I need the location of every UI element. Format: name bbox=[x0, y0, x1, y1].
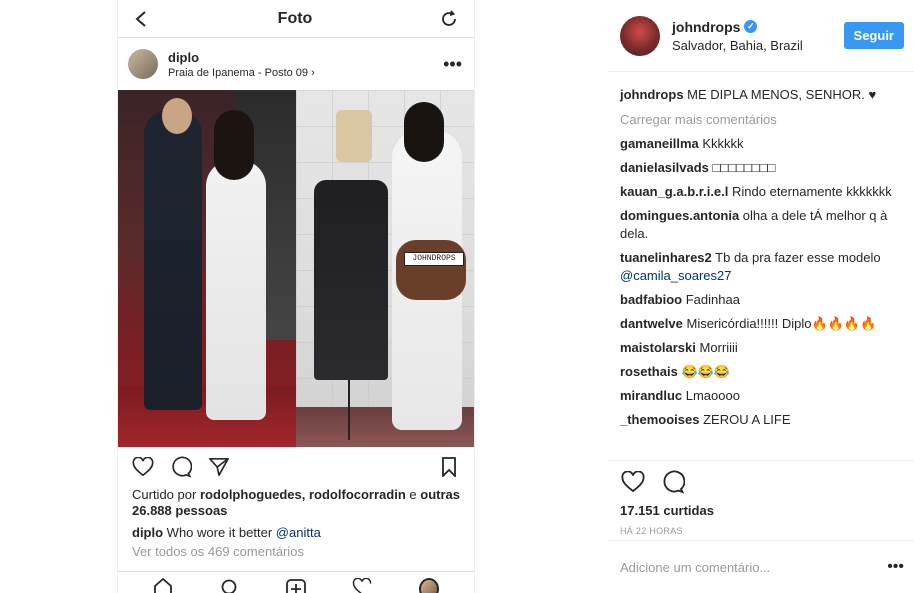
add-comment-bar: ••• bbox=[608, 540, 914, 593]
follow-button[interactable]: Seguir bbox=[843, 22, 904, 49]
comment-item: tuanelinhares2 Tb da pra fazer esse mode… bbox=[620, 250, 881, 283]
phone-action-bar bbox=[118, 447, 474, 487]
bookmark-icon bbox=[436, 454, 462, 480]
more-options-icon[interactable]: ••• bbox=[887, 559, 904, 575]
add-comment-input[interactable] bbox=[620, 559, 888, 575]
phone-bottom-nav bbox=[118, 571, 474, 593]
post-details-panel: johndrops ✓ Salvador, Bahia, Brazil Segu… bbox=[608, 0, 914, 593]
post-caption: johndrops ME DIPLA MENOS, SENHOR. ♥ bbox=[620, 87, 877, 102]
phone-top-bar: Foto bbox=[118, 0, 474, 38]
load-more-comments[interactable]: Carregar mais comentários bbox=[620, 112, 902, 127]
comment-item: domingues.antonia olha a dele tÁ melhor … bbox=[620, 208, 888, 241]
post-location[interactable]: Salvador, Bahia, Brazil bbox=[672, 38, 844, 53]
comment-item: rosethais 😂😂😂 bbox=[620, 364, 730, 379]
author-username[interactable]: johndrops bbox=[672, 19, 740, 35]
search-icon bbox=[220, 578, 240, 593]
direct-share-icon bbox=[206, 454, 232, 480]
phone-post-header: diplo Praia de Ipanema - Posto 09 › ••• bbox=[118, 38, 474, 90]
phone-view-all-comments: Ver todos os 469 comentários bbox=[132, 544, 304, 559]
comment-item: mirandluc Lmaoooo bbox=[620, 388, 740, 403]
phone-post-location: Praia de Ipanema - Posto 09 bbox=[168, 66, 309, 79]
phone-caption: diplo Who wore it better @anitta bbox=[132, 525, 321, 540]
back-arrow-icon bbox=[130, 8, 152, 30]
likes-count[interactable]: 17.151 curtidas bbox=[620, 503, 902, 518]
comment-icon[interactable] bbox=[660, 469, 686, 495]
comments-list: johndrops ME DIPLA MENOS, SENHOR. ♥ Carr… bbox=[608, 72, 914, 459]
post-actions: 17.151 curtidas HÁ 22 HORAS bbox=[608, 460, 914, 536]
instagram-post-page: Foto diplo Praia de Ipanema - Posto 09 ›… bbox=[0, 0, 914, 593]
comment-item: maistolarski Morriiii bbox=[620, 340, 738, 355]
photo-left-red-carpet bbox=[118, 90, 296, 447]
phone-liked-by: Curtido por rodolphoguedes, rodolfocorra… bbox=[132, 487, 460, 518]
author-avatar[interactable] bbox=[620, 15, 660, 56]
comment-icon bbox=[168, 454, 194, 480]
diplo-avatar bbox=[128, 49, 158, 79]
post-photo: JOHNDROPS bbox=[118, 90, 474, 447]
comment-item: badfabioo Fadinhaa bbox=[620, 292, 740, 307]
home-icon bbox=[153, 578, 173, 593]
comment-item: dantwelve Misericórdia!!!!!! Diplo🔥🔥🔥🔥 bbox=[620, 316, 877, 331]
post-header: johndrops ✓ Salvador, Bahia, Brazil Segu… bbox=[608, 0, 914, 72]
activity-heart-icon bbox=[352, 578, 372, 593]
comment-item: kauan_g.a.b.r.i.e.l Rindo eternamente kk… bbox=[620, 184, 892, 199]
like-heart-icon[interactable] bbox=[620, 469, 646, 495]
verified-badge-icon: ✓ bbox=[744, 20, 758, 33]
post-image-phone-screenshot: Foto diplo Praia de Ipanema - Posto 09 ›… bbox=[117, 0, 475, 593]
comment-item: danielasilvads □□□□□□□□ bbox=[620, 160, 776, 175]
phone-post-username: diplo bbox=[168, 49, 200, 65]
refresh-icon bbox=[438, 8, 460, 30]
new-post-icon bbox=[286, 578, 306, 593]
post-timestamp: HÁ 22 HORAS bbox=[620, 526, 683, 536]
comment-item: gamaneillma Kkkkkk bbox=[620, 136, 744, 151]
photo-right-parody: JOHNDROPS bbox=[296, 90, 474, 447]
comment-item: _themooises ZEROU A LIFE bbox=[620, 412, 791, 427]
waistband-text: JOHNDROPS bbox=[404, 252, 464, 266]
phone-title: Foto bbox=[277, 9, 313, 27]
profile-avatar-icon bbox=[418, 578, 439, 593]
chevron-right-icon: › bbox=[311, 66, 315, 79]
more-options-icon: ••• bbox=[443, 54, 462, 74]
heart-icon bbox=[130, 454, 156, 480]
